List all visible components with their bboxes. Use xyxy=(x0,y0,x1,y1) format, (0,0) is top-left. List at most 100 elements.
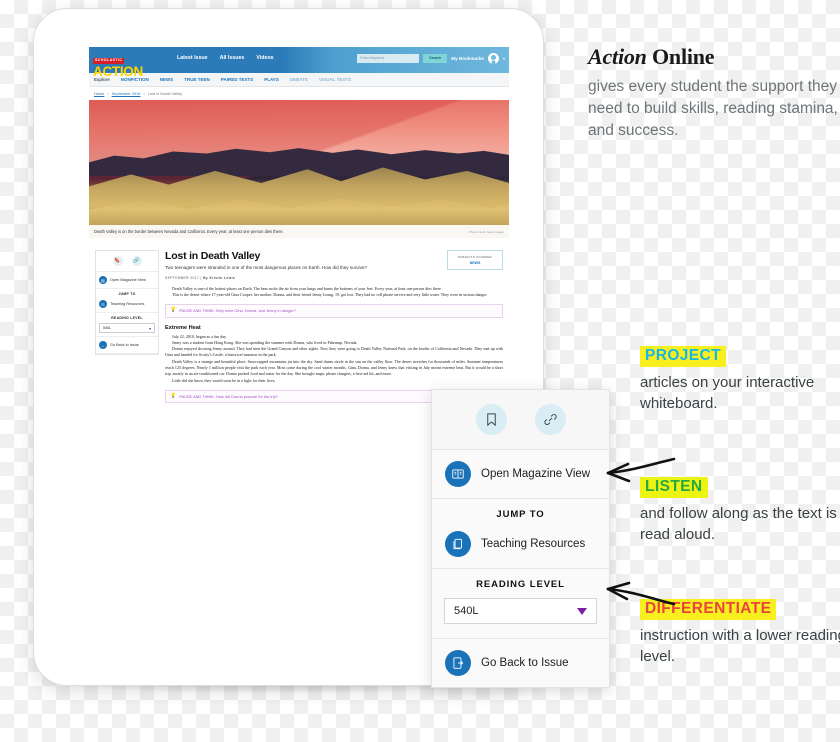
article-tools-panel: Open Magazine View JUMP TO Teaching Reso… xyxy=(431,389,610,688)
widget-magazine-label: Open Magazine View xyxy=(110,278,147,282)
article-paragraph: Death Valley is a strange and beautiful … xyxy=(165,358,503,377)
pause-and-think-text: PAUSE AND THINK: Why were Gina, Donna, a… xyxy=(179,308,296,314)
teaching-resources-label: Teaching Resources xyxy=(481,538,586,550)
subjects-covered-box: SUBJECTS COVERED NEWS xyxy=(447,250,503,270)
open-magazine-view-button[interactable]: Open Magazine View xyxy=(432,450,609,498)
panel-magazine-section: Open Magazine View xyxy=(432,450,609,499)
widget-icon-row: 🔖 🔗 xyxy=(96,251,158,272)
hero-image: Death Valley is on the border between Ne… xyxy=(89,100,509,238)
article-byline-row: SEPTEMBER 2017 | By Kristin Lewis xyxy=(165,276,441,280)
subjects-value[interactable]: NEWS xyxy=(450,261,500,265)
chevron-down-icon xyxy=(577,607,587,615)
primary-nav: Latest Issue All Issues Videos xyxy=(177,55,274,61)
reading-level-select[interactable]: 540L xyxy=(444,598,597,624)
go-back-to-issue-label: Go Back to Issue xyxy=(481,657,569,669)
go-back-to-issue-button[interactable]: Go Back to Issue xyxy=(432,639,609,687)
my-bookmarks-link[interactable]: My Bookmarks xyxy=(451,56,484,61)
link-icon[interactable]: 🔗 xyxy=(131,256,142,266)
pause-and-think-box: 💡 PAUSE AND THINK: Why were Gina, Donna,… xyxy=(165,304,503,318)
pause-and-think-text: PAUSE AND THINK: How did Donna prepare f… xyxy=(179,393,278,399)
hero-caption: Death Valley is on the border between Ne… xyxy=(94,229,284,234)
avatar[interactable] xyxy=(487,53,499,64)
subnav-true-teen[interactable]: TRUE TEEN xyxy=(184,77,210,82)
photo-credit: Photo Credit: Getty Images xyxy=(469,229,504,234)
publisher-label: SCHOLASTIC xyxy=(93,58,125,64)
byline-separator: | xyxy=(200,275,202,280)
widget-reading-level-heading: READING LEVEL xyxy=(111,316,143,320)
breadcrumb-sep-2: › xyxy=(143,91,145,96)
subnav-paired-texts[interactable]: PAIRED TEXTS xyxy=(221,77,253,82)
callout-text-project: articles on your interactive whiteboard. xyxy=(640,373,815,413)
widget-reading-level-select[interactable]: 540L ▾ xyxy=(99,323,155,333)
bookmark-icon[interactable] xyxy=(475,404,507,435)
search-button[interactable]: Search xyxy=(423,54,448,63)
widget-go-back-label: Go Back to Issue xyxy=(110,343,139,347)
teaching-resources-button[interactable]: Teaching Resources xyxy=(432,520,609,568)
nav-item-all-issues[interactable]: All Issues xyxy=(220,55,245,61)
open-magazine-view-label: Open Magazine View xyxy=(481,468,591,480)
breadcrumb-current: Lost in Death Valley xyxy=(147,91,183,96)
article-date: SEPTEMBER 2017 xyxy=(165,275,200,280)
chevron-down-icon[interactable]: ▾ xyxy=(503,56,505,61)
article-header-row: Lost in Death Valley Two teenagers were … xyxy=(165,250,503,280)
marketing-heading-rest: Online xyxy=(646,44,715,69)
callout-project: PROJECT articles on your interactive whi… xyxy=(640,346,840,414)
reading-level-value: 540L xyxy=(454,605,479,617)
article-author: By Kristin Lewis xyxy=(203,275,236,280)
article-body: Lost in Death Valley Two teenagers were … xyxy=(165,250,503,409)
marketing-heading-brand: Action xyxy=(588,44,647,69)
go-back-icon xyxy=(445,650,471,676)
subnav-visual-texts[interactable]: VISUAL TEXTS xyxy=(319,77,351,82)
magazine-icon: ▤ xyxy=(99,276,107,284)
marketing-intro: Action Online gives every student the su… xyxy=(588,44,840,142)
reading-level-heading: READING LEVEL xyxy=(476,579,565,590)
bookmark-icon[interactable]: 🔖 xyxy=(112,256,123,266)
header-utilities: Enter Keyword Search My Bookmarks ▾ xyxy=(357,53,505,64)
article-paragraph: Donna enjoyed showing Jenny around. They… xyxy=(165,346,503,358)
widget-go-back[interactable]: ← Go Back to Issue xyxy=(96,336,158,354)
article-tools-widget: 🔖 🔗 ▤ Open Magazine View JUMP TO ☷ Teach… xyxy=(95,250,159,355)
link-icon[interactable] xyxy=(534,404,566,435)
widget-jump-to-heading: JUMP TO xyxy=(118,292,136,296)
nav-item-videos[interactable]: Videos xyxy=(256,55,273,61)
marketing-heading: Action Online xyxy=(588,44,840,70)
widget-reading-level-value: 540L xyxy=(103,326,111,330)
subnav-plays[interactable]: PLAYS xyxy=(264,77,279,82)
widget-teaching-resources[interactable]: ☷ Teaching Resources xyxy=(96,296,158,313)
article-paragraph: This is the desert where 17-year-old Gin… xyxy=(172,291,488,297)
subjects-label: SUBJECTS COVERED xyxy=(457,255,493,259)
site-header: SCHOLASTIC ACTION Latest Issue All Issue… xyxy=(89,47,509,78)
page-title: Lost in Death Valley xyxy=(165,250,261,262)
breadcrumb: Home › September 2016 › Lost in Death Va… xyxy=(89,87,509,100)
callout-keyword-project: PROJECT xyxy=(640,346,727,367)
lightbulb-icon: 💡 xyxy=(170,307,177,314)
callout-text-differentiate: instruction with a lower reading level. xyxy=(640,626,840,666)
callout-text-listen: and follow along as the text is read alo… xyxy=(640,504,837,544)
search-input[interactable]: Enter Keyword xyxy=(357,54,420,63)
nav-item-latest-issue[interactable]: Latest Issue xyxy=(177,55,208,61)
chevron-down-icon: ▾ xyxy=(148,325,151,331)
article-layout: 🔖 🔗 ▤ Open Magazine View JUMP TO ☷ Teach… xyxy=(89,238,509,409)
widget-resources-label: Teaching Resources xyxy=(110,302,145,306)
article-subtitle: Two teenagers were stranded in one of th… xyxy=(165,265,367,270)
article-paragraph: Little did she know they would soon be i… xyxy=(172,377,276,383)
arrow-to-open-magazine-view xyxy=(598,455,676,489)
site-logo[interactable]: SCHOLASTIC ACTION xyxy=(93,48,171,79)
subnav-debate[interactable]: DEBATE xyxy=(290,77,308,82)
subnav-news[interactable]: NEWS xyxy=(160,77,174,82)
panel-icon-section xyxy=(432,390,609,450)
widget-open-magazine-view[interactable]: ▤ Open Magazine View xyxy=(96,272,158,289)
resources-icon xyxy=(445,531,471,557)
lightbulb-icon: 💡 xyxy=(170,392,177,399)
arrow-to-reading-level xyxy=(598,578,676,612)
section-heading: Extreme Heat xyxy=(165,324,201,331)
go-back-icon: ← xyxy=(99,341,107,349)
mountain-ridge-shape xyxy=(89,148,509,176)
panel-jump-to-section: JUMP TO Teaching Resources xyxy=(432,499,609,569)
brand-label: ACTION xyxy=(93,64,143,79)
breadcrumb-sep-1: › xyxy=(107,91,109,96)
breadcrumb-home[interactable]: Home xyxy=(94,91,104,96)
resources-icon: ☷ xyxy=(99,300,107,308)
breadcrumb-issue[interactable]: September 2016 xyxy=(112,91,141,96)
panel-reading-level-section: READING LEVEL 540L xyxy=(432,569,609,639)
